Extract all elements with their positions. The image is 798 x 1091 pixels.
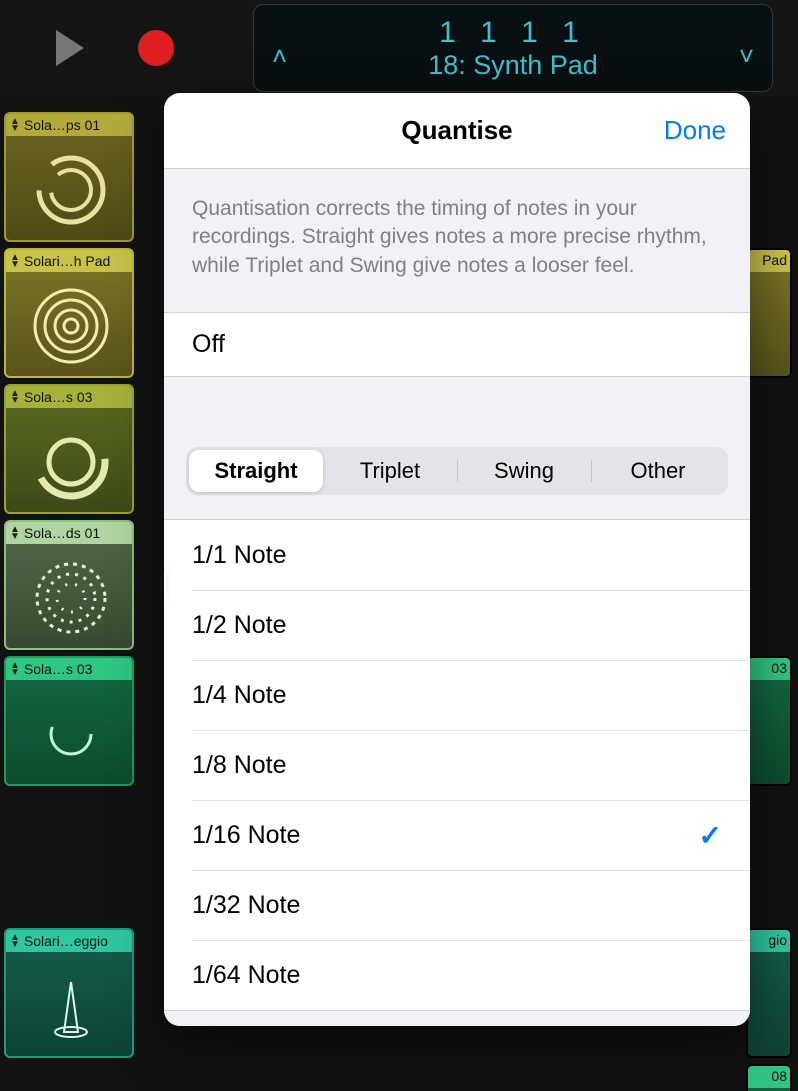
track-cell-header: ▲▼ Sola…s 03 — [6, 386, 132, 408]
popover-description: Quantisation corrects the timing of note… — [164, 169, 750, 313]
segmented-control-container: StraightTripletSwingOther — [164, 377, 750, 520]
track-cell-label: 08 — [771, 1068, 787, 1084]
note-option-label: 1/16 Note — [192, 821, 300, 850]
updown-icon: ▲▼ — [10, 662, 20, 676]
track-cells-column: ▲▼ Sola…ps 01 ▲▼ Solari…h Pad ▲▼ Sola…s 03 ▲▼ S… — [4, 112, 134, 1064]
track-cell[interactable]: ▲▼ Sola…ps 01 — [4, 112, 134, 242]
track-cell-fragment[interactable]: gio — [746, 928, 792, 1058]
track-cell-label: Solari…eggio — [24, 933, 108, 949]
note-option-label: 1/64 Note — [192, 961, 300, 990]
updown-icon: ▲▼ — [10, 526, 20, 540]
track-cell[interactable]: ▲▼ Sola…s 03 — [4, 384, 134, 514]
quantise-off-label: Off — [192, 330, 225, 359]
track-cell-header: ▲▼ Solari…eggio — [6, 930, 132, 952]
note-value-list: 1/1 Note 1/2 Note 1/4 Note 1/8 Note 1/16 Not… — [164, 520, 750, 1010]
track-cell-fragment[interactable]: 03 — [746, 656, 792, 786]
track-cell-label: Sola…s 03 — [24, 661, 92, 677]
track-cell[interactable]: ▲▼ Sola…ds 01 — [4, 520, 134, 650]
segment-triplet[interactable]: Triplet — [323, 450, 457, 492]
chevron-up-icon[interactable]: ˄ — [272, 41, 287, 72]
track-cell-label: Sola…s 03 — [24, 389, 92, 405]
note-option-label: 1/4 Note — [192, 681, 287, 710]
transport-bar: ˄ 1 1 1 1 18: Synth Pad ˅ — [0, 0, 798, 96]
note-option[interactable]: 1/16 Note ✓ — [164, 800, 750, 870]
track-cell-header: ▲▼ Sola…ds 01 — [6, 522, 132, 544]
note-option[interactable]: 1/8 Note — [164, 730, 750, 800]
lcd-display[interactable]: ˄ 1 1 1 1 18: Synth Pad ˅ — [253, 4, 773, 92]
note-option-label: 1/1 Note — [192, 541, 287, 570]
quantise-popover: Quantise Done Quantisation corrects the … — [164, 93, 750, 1026]
note-option[interactable]: 1/2 Note — [164, 590, 750, 660]
quantise-off-row[interactable]: Off — [164, 313, 750, 377]
record-icon[interactable] — [138, 30, 174, 66]
chevron-down-icon[interactable]: ˅ — [739, 41, 754, 72]
track-cell-label: Pad — [762, 252, 787, 268]
track-cell[interactable] — [4, 792, 134, 922]
track-cell[interactable]: ▲▼ Sola…s 03 — [4, 656, 134, 786]
note-option-label: 1/8 Note — [192, 751, 287, 780]
track-cell-label: Sola…ps 01 — [24, 117, 100, 133]
updown-icon: ▲▼ — [10, 118, 20, 132]
position-counter: 1 1 1 1 — [439, 16, 587, 50]
track-cell-fragment[interactable]: Pad — [746, 248, 792, 378]
current-track-label: 18: Synth Pad — [428, 50, 598, 81]
done-button[interactable]: Done — [664, 115, 726, 146]
updown-icon: ▲▼ — [10, 390, 20, 404]
updown-icon: ▲▼ — [10, 934, 20, 948]
list-footer-spacer — [164, 1010, 750, 1026]
note-option[interactable]: 1/32 Note — [164, 870, 750, 940]
track-cell-header: ▲▼ Sola…ps 01 — [6, 114, 132, 136]
play-icon[interactable] — [56, 30, 84, 66]
note-option[interactable]: 1/64 Note — [164, 940, 750, 1010]
track-cell-label: gio — [768, 932, 787, 948]
track-cell-fragment[interactable]: 08 — [746, 1064, 792, 1091]
track-cell[interactable]: ▲▼ Solari…h Pad — [4, 248, 134, 378]
segment-swing[interactable]: Swing — [457, 450, 591, 492]
track-cell[interactable]: ▲▼ Solari…eggio — [4, 928, 134, 1058]
track-cell-header: ▲▼ Sola…s 03 — [6, 658, 132, 680]
segment-other[interactable]: Other — [591, 450, 725, 492]
note-option[interactable]: 1/1 Note — [164, 520, 750, 590]
popover-header: Quantise Done — [164, 93, 750, 169]
updown-icon: ▲▼ — [10, 254, 20, 268]
track-cell-label: Solari…h Pad — [24, 253, 110, 269]
checkmark-icon: ✓ — [699, 819, 722, 852]
quantise-mode-segmented-control[interactable]: StraightTripletSwingOther — [186, 447, 728, 495]
track-cell-label: Sola…ds 01 — [24, 525, 100, 541]
track-cell-label: 03 — [771, 660, 787, 676]
app-root: ˄ 1 1 1 1 18: Synth Pad ˅ ▲▼Sola…ps 01▲▼… — [0, 0, 798, 1091]
note-option[interactable]: 1/4 Note — [164, 660, 750, 730]
note-option-label: 1/2 Note — [192, 611, 287, 640]
track-cell-header: ▲▼ Solari…h Pad — [6, 250, 132, 272]
note-option-label: 1/32 Note — [192, 891, 300, 920]
segment-straight[interactable]: Straight — [189, 450, 323, 492]
popover-title: Quantise — [401, 115, 512, 146]
